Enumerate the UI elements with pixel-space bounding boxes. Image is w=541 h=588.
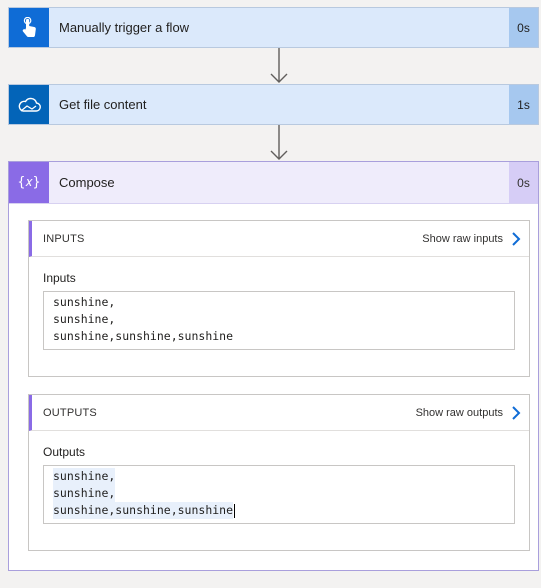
show-raw-outputs-link[interactable]: Show raw outputs [415, 405, 521, 420]
value-line: sunshine, [53, 312, 116, 326]
step-title: Get file content [59, 97, 147, 112]
step-duration: 0s [509, 162, 538, 203]
section-label: OUTPUTS [43, 406, 97, 419]
value-line: sunshine, [53, 468, 116, 485]
field-label: Inputs [43, 271, 76, 285]
value-line: sunshine, [53, 295, 116, 309]
link-label: Show raw inputs [422, 232, 503, 245]
chevron-right-icon [512, 405, 521, 420]
text-caret [234, 503, 236, 518]
step-compose: {𝑥} Compose 0s INPUTS Show raw inputs In… [8, 161, 539, 571]
step-duration: 1s [509, 85, 538, 124]
link-label: Show raw outputs [415, 406, 503, 419]
outputs-section-header: OUTPUTS Show raw outputs [29, 395, 529, 431]
chevron-right-icon [512, 231, 521, 246]
field-label: Outputs [43, 445, 86, 459]
curly-braces-icon: {𝑥} [9, 162, 49, 203]
connector-arrow [270, 125, 288, 161]
onedrive-cloud-icon [9, 85, 49, 124]
outputs-section: OUTPUTS Show raw outputs Outputs sunshin… [28, 394, 530, 551]
connector-arrow [270, 48, 288, 84]
show-raw-inputs-link[interactable]: Show raw inputs [422, 231, 521, 246]
inputs-section: INPUTS Show raw inputs Inputs sunshine, s… [28, 220, 530, 377]
value-line: sunshine, [53, 485, 116, 502]
compose-header[interactable]: {𝑥} Compose 0s [9, 162, 538, 204]
outputs-value-box[interactable]: sunshine, sunshine, sunshine,sunshine,su… [43, 465, 515, 524]
hand-touch-icon [9, 8, 49, 47]
step-manual-trigger[interactable]: Manually trigger a flow 0s [8, 7, 539, 48]
section-label: INPUTS [43, 232, 85, 245]
step-duration: 0s [509, 8, 538, 47]
step-title: Manually trigger a flow [59, 20, 190, 35]
inputs-value-box[interactable]: sunshine, sunshine, sunshine,sunshine,suns… [43, 291, 515, 350]
inputs-section-header: INPUTS Show raw inputs [29, 221, 529, 257]
step-get-file-content[interactable]: Get file content 1s [8, 84, 539, 125]
value-line: sunshine,sunshine,sunshine [53, 329, 234, 343]
value-line: sunshine,sunshine,sunshine [53, 502, 234, 519]
icon-glyph: {𝑥} [17, 175, 41, 190]
step-title: Compose [59, 175, 115, 190]
